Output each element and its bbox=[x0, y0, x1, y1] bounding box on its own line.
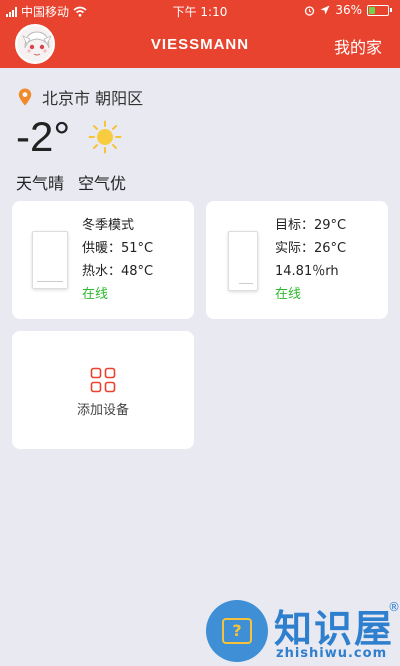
device-info: 冬季模式 供暖：51°C 热水：48°C 在线 bbox=[82, 217, 153, 303]
air-quality: 空气优 bbox=[78, 174, 127, 193]
device-card-boiler[interactable]: 冬季模式 供暖：51°C 热水：48°C 在线 bbox=[12, 201, 194, 319]
location-pin-icon bbox=[18, 88, 32, 106]
avatar[interactable] bbox=[15, 24, 55, 64]
status-right: 36% bbox=[304, 3, 392, 17]
watermark-name: 知识屋 bbox=[274, 607, 395, 651]
watermark: ? 知识屋 ® zhishiwu.com bbox=[206, 596, 400, 666]
add-device-card[interactable]: 添加设备 bbox=[12, 331, 194, 449]
actual-temp: 实际：26°C bbox=[275, 241, 347, 256]
thermostat-image bbox=[228, 231, 258, 291]
app-header: 中国移动 下午 1:10 36% VIESSMANN 我的家 bbox=[0, 0, 400, 68]
location-row[interactable]: 北京市 朝阳区 bbox=[18, 85, 143, 109]
alarm-icon bbox=[305, 5, 315, 16]
heating-temp: 供暖：51°C bbox=[82, 241, 154, 256]
location-arrow-icon bbox=[320, 5, 330, 15]
device-info: 目标：29°C 实际：26°C 14.81％rh 在线 bbox=[275, 217, 346, 303]
online-status: 在线 bbox=[275, 287, 302, 302]
weather-condition: 天气晴 bbox=[16, 174, 65, 193]
watermark-logo-icon: ? bbox=[206, 600, 268, 662]
hot-water-temp: 热水：48°C bbox=[82, 264, 154, 279]
my-home-button[interactable]: 我的家 bbox=[334, 34, 382, 58]
battery-icon bbox=[367, 4, 392, 16]
humidity: 14.81％rh bbox=[275, 264, 339, 279]
weather-summary: 天气晴 空气优 bbox=[16, 170, 126, 194]
status-bar: 中国移动 下午 1:10 36% bbox=[0, 0, 400, 22]
grid-add-icon bbox=[90, 367, 116, 393]
viessmann-logo: VIESSMANN bbox=[150, 36, 250, 53]
watermark-url: zhishiwu.com bbox=[276, 646, 388, 661]
battery-fill bbox=[369, 6, 376, 14]
online-status: 在线 bbox=[82, 287, 109, 302]
device-card-thermostat[interactable]: 目标：29°C 实际：26°C 14.81％rh 在线 bbox=[206, 201, 388, 319]
device-mode: 冬季模式 bbox=[82, 218, 135, 233]
temperature: -2° bbox=[16, 113, 71, 160]
sunny-icon bbox=[88, 120, 122, 154]
avatar-image bbox=[17, 26, 53, 62]
target-temp: 目标：29°C bbox=[275, 218, 347, 233]
boiler-image bbox=[32, 231, 68, 289]
add-device-label: 添加设备 bbox=[76, 403, 129, 418]
location-label: 北京市 朝阳区 bbox=[42, 89, 144, 108]
battery-percent: 36% bbox=[335, 3, 362, 17]
watermark-registered: ® bbox=[388, 600, 400, 614]
